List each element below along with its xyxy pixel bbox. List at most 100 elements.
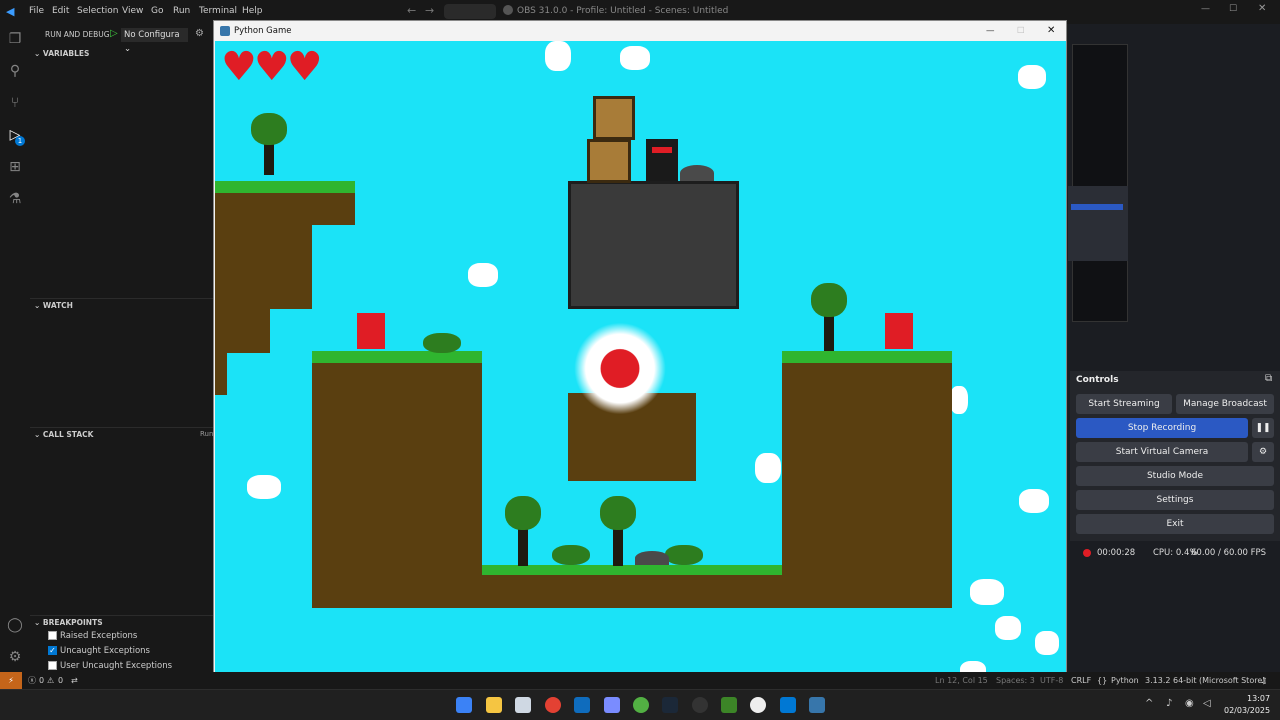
remote-icon[interactable]: ⚡ [0,672,22,689]
forward-arrow-icon[interactable]: → [425,4,434,17]
cloud [1019,489,1049,513]
steam-icon[interactable] [662,697,678,713]
microphone-icon[interactable]: ♪ [1166,698,1172,709]
studio-mode-button[interactable]: Studio Mode [1076,466,1274,486]
notifications-bell-icon[interactable]: ♫ [1260,672,1267,689]
network-icon[interactable]: ◉ [1185,698,1194,709]
menu-file[interactable]: File [29,6,44,16]
testing-icon[interactable]: ⚗ [5,189,25,209]
debug-settings-gear-icon[interactable]: ⚙ [195,28,204,39]
rec-time: 00:00:28 [1097,548,1136,558]
watch-header[interactable]: ⌄ WATCH [30,298,214,312]
mini-stop-recording [1071,204,1123,210]
outlook-icon[interactable] [574,697,590,713]
source-control-icon[interactable]: ⑂ [5,93,25,113]
settings-button[interactable]: Settings [1076,490,1274,510]
menu-help[interactable]: Help [242,6,263,16]
dirt-platform [215,191,355,225]
dirt-platform [215,309,270,353]
game-close-icon[interactable]: ✕ [1047,21,1055,41]
account-icon[interactable]: ◯ [5,615,25,635]
obs-taskbar-icon[interactable] [692,697,708,713]
breakpoint-raised[interactable]: Raised Exceptions [48,631,137,641]
tray-chevron-icon[interactable]: ^ [1145,698,1153,709]
start-menu-icon[interactable] [456,697,472,713]
language-mode[interactable]: Python [1111,672,1139,689]
menu-selection[interactable]: Selection [77,6,118,16]
variables-header[interactable]: ⌄ VARIABLES [30,47,214,61]
obs-controls-dock: Controls ⧉ Start Streaming Manage Broadc… [1070,371,1280,541]
debug-config-select[interactable]: No Configura ⌄ [121,28,188,54]
errors-icon[interactable]: ⓧ [28,672,36,689]
extensions-icon[interactable]: ⊞ [5,157,25,177]
cursor-position[interactable]: Ln 12, Col 15 [935,672,988,689]
player-character [646,139,678,181]
menu-terminal[interactable]: Terminal [199,6,237,16]
explorer-icon[interactable]: ❐ [5,29,25,49]
menu-go[interactable]: Go [151,6,163,16]
file-explorer-icon[interactable] [486,697,502,713]
back-arrow-icon[interactable]: ← [407,4,416,17]
vscode-taskbar-icon[interactable] [780,697,796,713]
cloud [620,46,650,70]
game-canvas[interactable]: ♥♥♥ [215,41,1066,679]
maximize-icon[interactable]: ☐ [1229,4,1237,14]
chrome-icon[interactable] [545,697,561,713]
call-stack-header[interactable]: ⌄ CALL STACK [30,427,214,441]
cloud [995,616,1021,640]
close-icon[interactable]: ✕ [1258,3,1266,14]
manage-gear-icon[interactable]: ⚙ [5,647,25,667]
dock-float-icon[interactable]: ⧉ [1265,373,1272,384]
start-streaming-button[interactable]: Start Streaming [1076,394,1172,414]
store-icon[interactable] [515,697,531,713]
checkbox[interactable] [48,661,57,670]
game-maximize-icon[interactable]: ☐ [1017,21,1025,41]
discord-icon[interactable] [604,697,620,713]
breakpoints-header[interactable]: ⌄ BREAKPOINTS [30,615,214,629]
start-virtual-camera-button[interactable]: Start Virtual Camera [1076,442,1248,462]
line-ending[interactable]: CRLF [1071,672,1091,689]
breakpoint-uncaught[interactable]: ✓ Uncaught Exceptions [48,646,150,656]
menu-edit[interactable]: Edit [52,6,69,16]
stop-recording-button[interactable]: Stop Recording [1076,418,1248,438]
encoding[interactable]: UTF-8 [1040,672,1063,689]
red-enemy [885,313,913,349]
search-icon[interactable]: ⚲ [5,61,25,81]
xbox-icon[interactable] [633,697,649,713]
warning-icon[interactable]: ⚠ [47,672,54,689]
start-debug-icon[interactable]: ▷ [110,28,118,39]
volume-icon[interactable]: ◁ [1203,698,1211,709]
dirt-platform [215,225,312,309]
command-center[interactable] [444,4,496,19]
clock-time[interactable]: 13:07 [1247,694,1270,703]
game-minimize-icon[interactable]: — [986,21,995,41]
language-braces-icon[interactable]: {} [1097,672,1107,689]
rock [680,165,714,181]
breakpoint-user-uncaught[interactable]: User Uncaught Exceptions [48,661,172,671]
python-interpreter[interactable]: 3.13.2 64-bit (Microsoft Store) [1145,672,1265,689]
manage-broadcast-button[interactable]: Manage Broadcast [1176,394,1274,414]
warning-count[interactable]: 0 [58,672,63,689]
menu-run[interactable]: Run [173,6,190,16]
github-icon[interactable] [750,697,766,713]
cloud [247,475,281,499]
menu-view[interactable]: View [122,6,143,16]
error-count[interactable]: 0 [39,672,44,689]
virtual-camera-gear-icon[interactable]: ⚙ [1252,442,1274,462]
exit-button[interactable]: Exit [1076,514,1274,534]
minimize-icon[interactable]: — [1201,4,1210,14]
python-game-window: Python Game — ☐ ✕ ♥♥♥ [213,20,1067,680]
cloud [1035,631,1059,655]
checkbox[interactable] [48,631,57,640]
heart-icon: ♥ [221,44,257,90]
minecraft-icon[interactable] [721,697,737,713]
debug-sidebar: RUN AND DEBUG ▷ No Configura ⌄ ⚙ ⌄ VARIA… [30,24,214,672]
ports-icon[interactable]: ⇄ [71,672,78,689]
grass-top [782,351,952,363]
pause-recording-icon[interactable]: ❚❚ [1252,418,1274,438]
indentation[interactable]: Spaces: 3 [996,672,1035,689]
clock-date[interactable]: 02/03/2025 [1224,706,1270,715]
checkbox-checked[interactable]: ✓ [48,646,57,655]
cloud [755,453,781,483]
python-taskbar-icon[interactable] [809,697,825,713]
